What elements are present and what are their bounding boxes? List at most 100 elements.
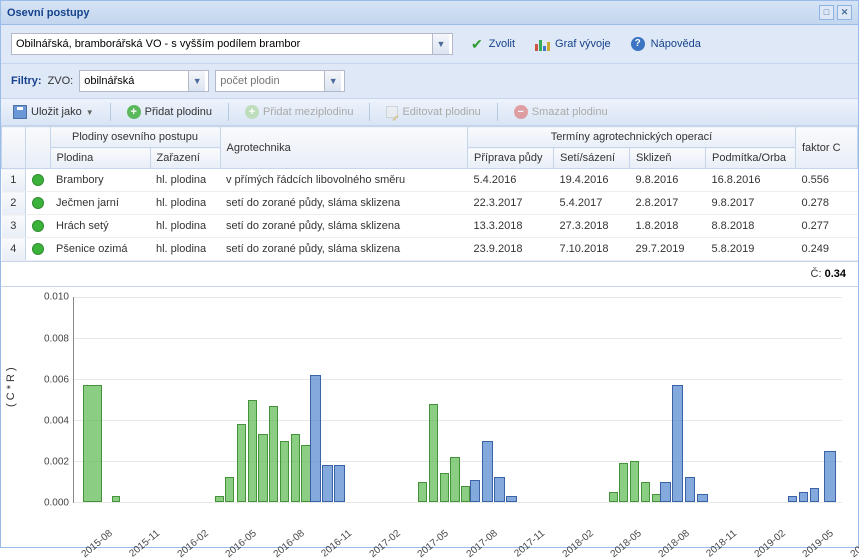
chart-plot[interactable] (73, 297, 842, 503)
role-cell: hl. plodina (150, 238, 220, 261)
agro-cell: setí do zorané půdy, sláma sklizena (220, 215, 468, 238)
disk-icon (13, 105, 27, 119)
status-dot-icon (32, 220, 44, 232)
status-cell (26, 169, 51, 192)
chart-bar (824, 451, 836, 502)
rotation-select[interactable]: ▼ (11, 33, 453, 55)
save-as-button[interactable]: Uložit jako ▼ (7, 103, 100, 121)
bar-chart-icon (535, 37, 549, 51)
plus-icon: + (245, 105, 259, 119)
y-tick: 0.002 (44, 456, 69, 467)
x-tick: 2018-11 (704, 528, 739, 560)
add-intercrop-label: Přidat meziplodinu (263, 106, 354, 118)
chart-bar (494, 477, 505, 502)
plus-icon: + (127, 105, 141, 119)
zvo-input[interactable] (80, 73, 188, 89)
col-group-terms[interactable]: Termíny agrotechnických operací (468, 127, 796, 148)
chart-bar (429, 404, 438, 502)
chart-bar (506, 496, 517, 502)
delete-crop-label: Smazat plodinu (532, 106, 608, 118)
col-role[interactable]: Zařazení (150, 148, 220, 169)
sow-cell: 27.3.2018 (554, 215, 630, 238)
chevron-down-icon[interactable]: ▼ (432, 34, 449, 54)
x-tick: 2018-05 (608, 528, 643, 560)
prep-cell: 13.3.2018 (468, 215, 554, 238)
rotation-select-input[interactable] (12, 36, 432, 52)
maximize-button[interactable]: □ (819, 5, 834, 20)
factor-c-cell: 0.556 (796, 169, 858, 192)
x-tick: 2017-08 (464, 528, 499, 560)
x-tick: 2016-08 (272, 528, 307, 560)
add-crop-button[interactable]: + Přidat plodinu (121, 103, 218, 121)
x-tick: 2019-05 (801, 528, 836, 560)
window-title: Osevní postupy (7, 7, 90, 19)
col-factor-c[interactable]: faktor C (796, 127, 858, 169)
chart-bar (609, 492, 618, 502)
x-tick: 2016-11 (320, 528, 355, 560)
titlebar: Osevní postupy □ ✕ (1, 1, 858, 25)
x-tick: 2019-02 (752, 528, 787, 560)
table-row[interactable]: 4Pšenice ozimáhl. plodinasetí do zorané … (2, 238, 858, 261)
col-prep[interactable]: Příprava půdy (468, 148, 554, 169)
y-tick: 0.008 (44, 333, 69, 344)
help-button[interactable]: ? Nápověda (631, 37, 701, 51)
chart-bar (788, 496, 797, 502)
agro-cell: setí do zorané půdy, sláma sklizena (220, 238, 468, 261)
chart-bar (83, 385, 101, 502)
crop-count-input[interactable] (216, 73, 324, 89)
zvo-select[interactable]: ▼ (79, 70, 209, 92)
add-crop-label: Přidat plodinu (145, 106, 212, 118)
crop-cell: Brambory (50, 169, 150, 192)
separator (228, 103, 229, 121)
x-tick: 2018-08 (656, 528, 691, 560)
col-group-crops[interactable]: Plodiny osevního postupu (50, 127, 220, 148)
x-tick: 2019-08 (849, 528, 859, 560)
factor-c-cell: 0.249 (796, 238, 858, 261)
row-number: 1 (2, 169, 26, 192)
grid: Plodiny osevního postupu Agrotechnika Te… (1, 126, 858, 286)
choose-button[interactable]: ✔ Zvolit (471, 36, 515, 53)
status-cell (26, 192, 51, 215)
chart-button[interactable]: Graf vývoje (535, 37, 611, 51)
col-till[interactable]: Podmítka/Orba (706, 148, 796, 169)
separator (497, 103, 498, 121)
chart-bar (697, 494, 708, 502)
close-button[interactable]: ✕ (837, 5, 852, 20)
x-tick: 2017-11 (512, 528, 547, 560)
y-tick: 0.000 (44, 498, 69, 509)
till-cell: 5.8.2019 (706, 238, 796, 261)
chart-bar (291, 434, 300, 502)
chart-bar (799, 492, 808, 502)
crop-count-select[interactable]: ▼ (215, 70, 345, 92)
summary-value: 0.34 (825, 268, 846, 280)
table-row[interactable]: 3Hrách setýhl. plodinasetí do zorané půd… (2, 215, 858, 238)
sow-cell: 7.10.2018 (554, 238, 630, 261)
col-agro[interactable]: Agrotechnika (220, 127, 468, 169)
col-harv[interactable]: Sklizeň (630, 148, 706, 169)
col-crop[interactable]: Plodina (50, 148, 150, 169)
sow-cell: 19.4.2016 (554, 169, 630, 192)
factor-c-cell: 0.278 (796, 192, 858, 215)
y-tick: 0.004 (44, 415, 69, 426)
y-tick: 0.010 (44, 292, 69, 303)
status-cell (26, 238, 51, 261)
table-row[interactable]: 1Bramboryhl. plodinav přímých řádcích li… (2, 169, 858, 192)
sow-cell: 5.4.2017 (554, 192, 630, 215)
till-cell: 16.8.2016 (706, 169, 796, 192)
col-sow[interactable]: Setí/sázení (554, 148, 630, 169)
chart-bar (237, 424, 246, 502)
prep-cell: 5.4.2016 (468, 169, 554, 192)
harv-cell: 9.8.2016 (630, 169, 706, 192)
y-axis-label: ( C * R ) (5, 367, 17, 407)
crop-cell: Hrách setý (50, 215, 150, 238)
row-number: 2 (2, 192, 26, 215)
chart-bar (630, 461, 639, 502)
chart-bar (641, 482, 650, 502)
factor-c-cell: 0.277 (796, 215, 858, 238)
x-tick: 2017-05 (416, 528, 451, 560)
chevron-down-icon[interactable]: ▼ (188, 71, 205, 91)
role-cell: hl. plodina (150, 215, 220, 238)
table-row[interactable]: 2Ječmen jarníhl. plodinasetí do zorané p… (2, 192, 858, 215)
filters-label: Filtry: (11, 75, 42, 87)
chevron-down-icon[interactable]: ▼ (324, 71, 341, 91)
